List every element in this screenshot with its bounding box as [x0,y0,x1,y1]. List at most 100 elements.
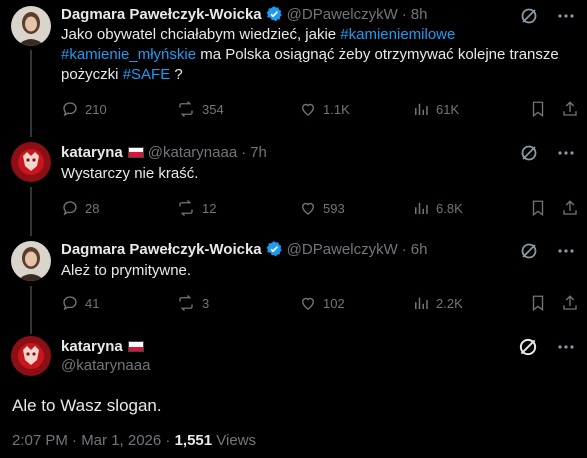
tweet-text-segment: Jako obywatel chciałabym wiedzieć, jakie [61,26,341,43]
heart-icon [302,103,314,116]
tweet-2[interactable]: kataryna @katarynaaa · 7h Wystarczy nie … [0,129,587,229]
hashtag-link[interactable]: #SAFE [123,66,171,83]
reply-icon [63,102,77,117]
like-button[interactable]: 593 [299,198,345,218]
bookmark-button[interactable] [529,293,547,313]
reply-count: 28 [85,200,100,216]
grok-icon[interactable] [519,6,539,26]
bookmark-icon [532,295,544,312]
repost-icon [179,200,193,216]
repost-count: 354 [202,101,224,117]
views-count: 6.8K [436,200,463,216]
tweet-3[interactable]: Dagmara Pawełczyk-Woicka @DPawelczykW · … [0,229,587,328]
views-chart-icon [415,103,428,115]
like-count: 102 [323,295,345,311]
reply-count: 210 [85,101,107,117]
heart-icon [302,202,314,215]
tweet-top-actions [517,336,575,358]
like-button[interactable]: 102 [299,293,345,313]
more-options-icon[interactable] [557,338,575,356]
tweet-time[interactable]: 8h [411,6,428,23]
separator-dot: · [401,5,407,23]
views-label: Views [212,432,257,449]
reply-count: 41 [85,295,100,311]
tweet-timestamp[interactable]: 2:07 PM · Mar 1, 2026 · [12,432,175,449]
repost-button[interactable]: 3 [176,293,209,313]
thread-line [30,187,32,229]
author-name[interactable]: kataryna [61,338,123,355]
repost-icon [179,295,193,311]
more-options-icon[interactable] [557,144,575,162]
poland-flag-icon [127,146,144,158]
main-tweet-meta: 2:07 PM · Mar 1, 2026 · 1,551 Views [12,432,256,449]
bookmark-icon [532,101,544,118]
bookmark-button[interactable] [529,99,547,119]
like-button[interactable]: 1.1K [299,99,350,119]
reply-icon [63,201,77,216]
share-icon [563,200,577,215]
share-button[interactable] [561,99,579,119]
tweet-header: kataryna @katarynaaa · 7h [61,142,267,162]
repost-count: 12 [202,200,217,216]
hashtag-link[interactable]: #kamieniemilowe [340,26,455,43]
reply-button[interactable]: 41 [61,293,99,313]
tweet-time[interactable]: 6h [411,241,428,258]
reply-button[interactable]: 28 [61,198,99,218]
more-options-icon[interactable] [557,7,575,25]
bookmark-icon [532,200,544,217]
tweet-header: Dagmara Pawełczyk-Woicka @DPawelczykW · … [61,4,427,24]
avatar-kataryna[interactable] [11,142,51,182]
thread-line [30,328,32,334]
tweet-1[interactable]: Dagmara Pawełczyk-Woicka @DPawelczykW · … [0,0,587,129]
avatar-dagmara[interactable] [11,6,51,46]
tweet-top-actions [519,143,575,163]
repost-button[interactable]: 354 [176,99,224,119]
grok-icon[interactable] [519,241,539,261]
views-button[interactable]: 61K [412,99,459,119]
thread-line [30,286,32,328]
reply-icon [63,296,77,311]
avatar-kataryna[interactable] [11,336,51,376]
views-button[interactable]: 6.8K [412,198,463,218]
views-count: 61K [436,101,460,117]
tweet-text: Jako obywatel chciałabym wiedzieć, jakie… [61,25,561,85]
separator-dot: · [241,143,247,161]
heart-icon [302,297,314,310]
reply-button[interactable]: 210 [61,99,107,119]
share-button[interactable] [561,198,579,218]
repost-button[interactable]: 12 [176,198,216,218]
author-handle[interactable]: @katarynaaa [148,144,237,161]
tweet-text: Ależ to prymitywne. [61,262,192,279]
grok-icon[interactable] [517,336,539,358]
thread-line [30,50,32,129]
author-handle[interactable]: @DPawelczykW [287,6,398,23]
bookmark-button[interactable] [529,198,547,218]
author-handle[interactable]: @DPawelczykW [287,241,398,258]
author-handle[interactable]: @katarynaaa [61,357,150,374]
verified-badge-icon [265,5,283,23]
grok-icon[interactable] [519,143,539,163]
tweet-text-segment: ? [170,66,183,83]
tweet-header: Dagmara Pawełczyk-Woicka @DPawelczykW · … [61,239,427,259]
share-button[interactable] [561,293,579,313]
tweet-time[interactable]: 7h [250,144,267,161]
thread-line [30,129,32,137]
views-count: 1,551 [174,432,213,449]
like-count: 593 [323,200,345,216]
views-chart-icon [415,297,428,309]
share-icon [563,101,577,116]
views-button[interactable]: 2.2K [412,293,463,313]
repost-count: 3 [202,295,210,311]
author-name[interactable]: Dagmara Pawełczyk-Woicka [61,6,262,23]
hashtag-link[interactable]: #kamienie_młyńskie [61,46,196,63]
more-options-icon[interactable] [557,242,575,260]
tweet-text: Wystarczy nie kraść. [61,165,199,182]
avatar-dagmara[interactable] [11,241,51,281]
thread-line [30,229,32,236]
tweet-actions: 210 354 1.1K 61K [61,99,577,119]
author-name[interactable]: kataryna [61,144,123,161]
author-name[interactable]: Dagmara Pawełczyk-Woicka [61,241,262,258]
main-tweet-text: Ale to Wasz slogan. [12,396,162,415]
views-chart-icon [415,202,428,214]
share-icon [563,295,577,310]
